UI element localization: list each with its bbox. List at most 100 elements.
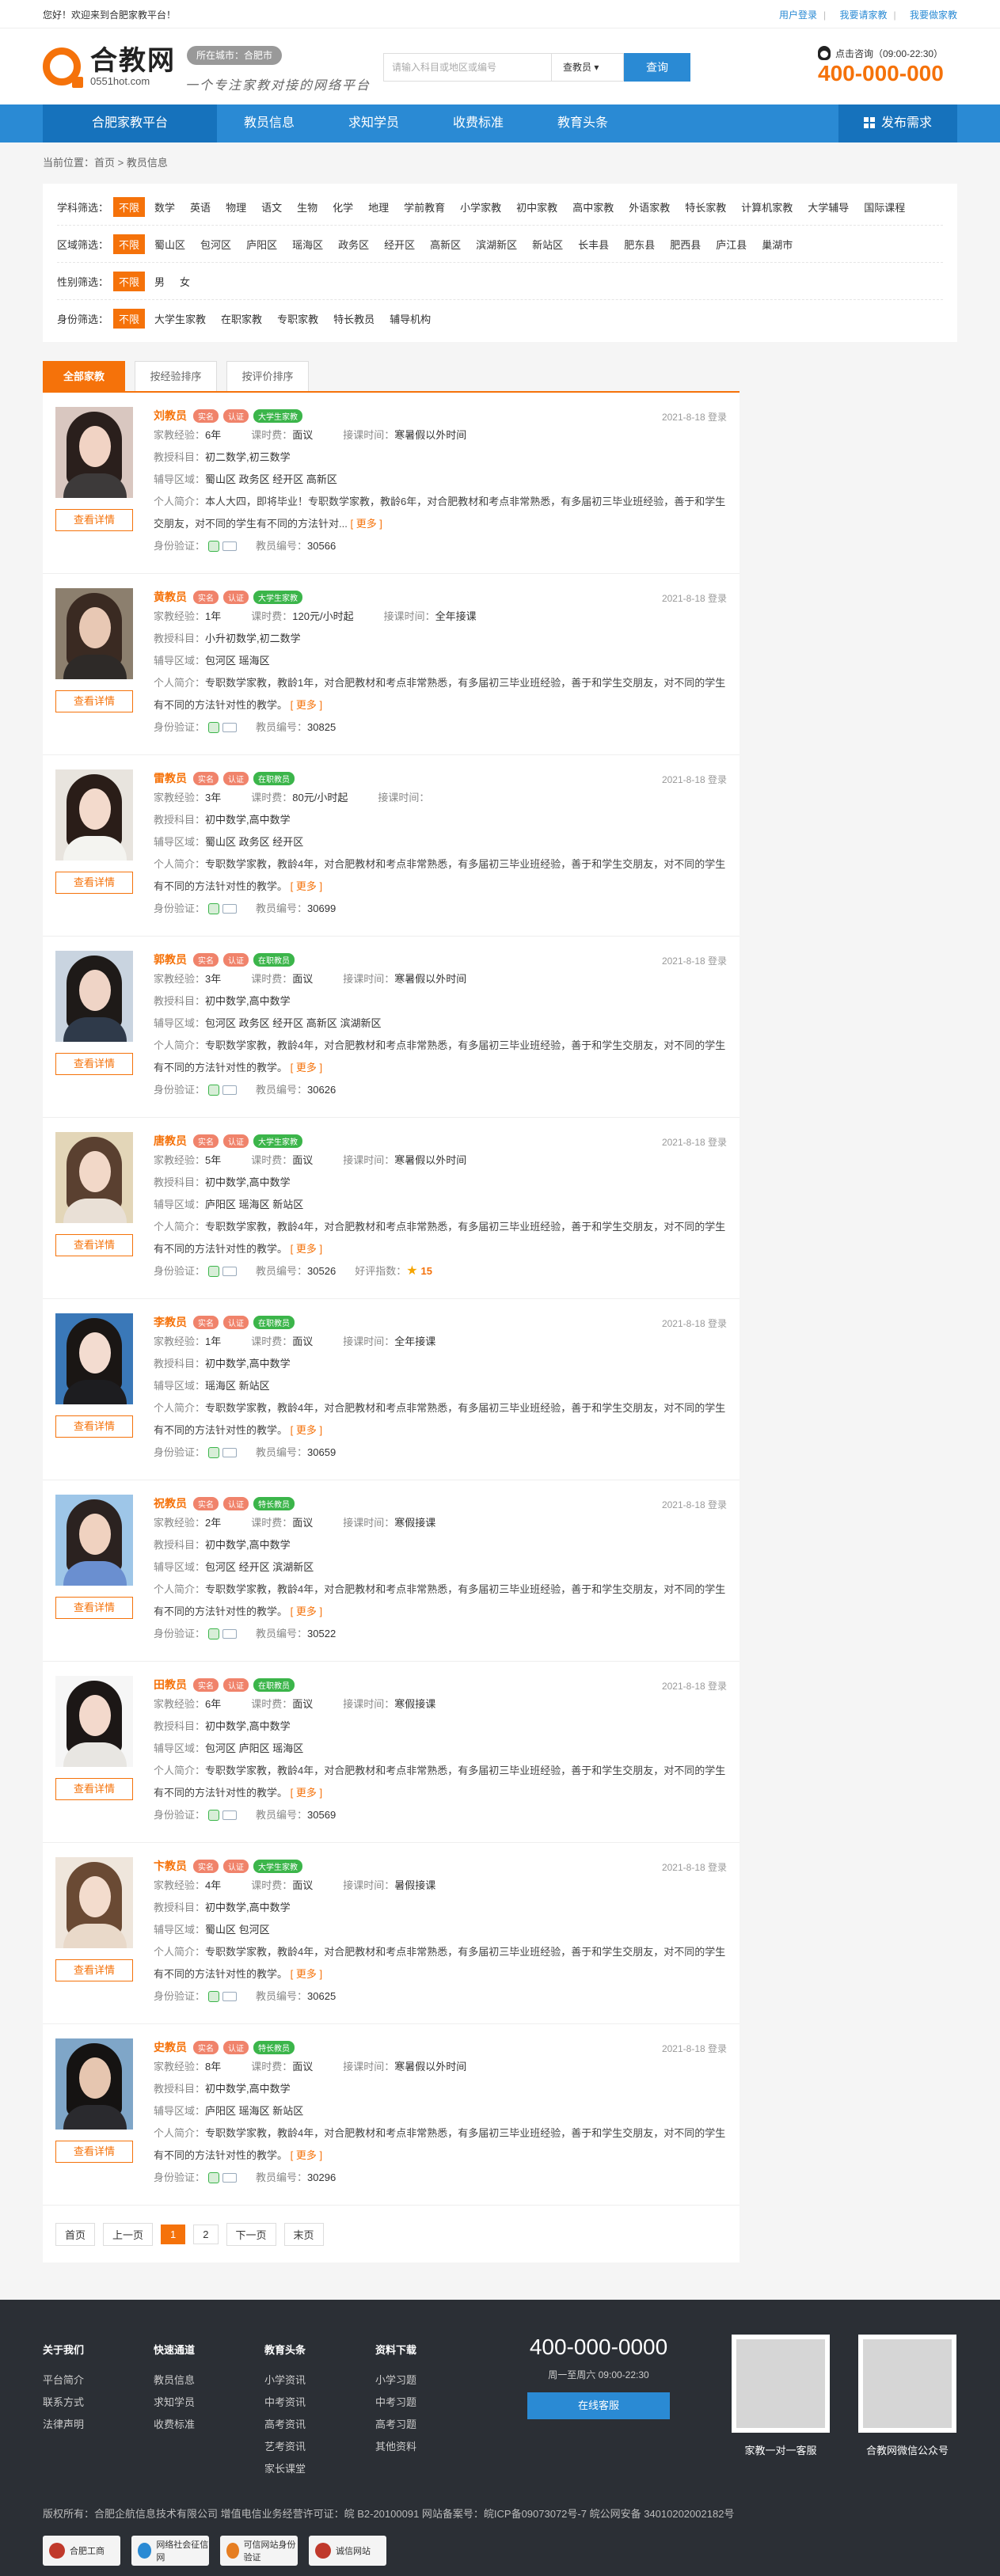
more-link[interactable]: [ 更多 ]	[291, 1424, 322, 1436]
footer-link[interactable]: 平台简介	[43, 2369, 84, 2392]
filter-option[interactable]: 高中家教	[567, 197, 619, 217]
footer-link[interactable]: 中考习题	[375, 2392, 416, 2414]
tutor-name[interactable]: 刘教员	[154, 408, 187, 424]
more-link[interactable]: [ 更多 ]	[291, 1787, 322, 1799]
filter-option[interactable]: 初中家教	[511, 197, 563, 217]
filter-option[interactable]: 不限	[113, 196, 146, 217]
nav-tutors[interactable]: 教员信息	[217, 104, 321, 142]
view-detail-button[interactable]: 查看详情	[55, 1597, 133, 1619]
tutor-name[interactable]: 李教员	[154, 1314, 187, 1330]
page-button[interactable]: 首页	[55, 2222, 96, 2246]
filter-option[interactable]: 巢湖市	[756, 234, 798, 254]
page-button[interactable]: 上一页	[103, 2222, 154, 2246]
footer-link[interactable]: 艺考资讯	[264, 2436, 306, 2458]
view-detail-button[interactable]: 查看详情	[55, 1053, 133, 1075]
filter-option[interactable]: 庐江县	[710, 234, 752, 254]
filter-option[interactable]: 不限	[113, 234, 146, 254]
filter-option[interactable]: 男	[149, 272, 170, 291]
tab-by-experience[interactable]: 按经验排序	[135, 361, 217, 391]
search-type-select[interactable]: 查教员 ▾	[551, 53, 625, 82]
tab-by-rating[interactable]: 按评价排序	[226, 361, 309, 391]
filter-option[interactable]: 地理	[363, 197, 394, 217]
filter-option[interactable]: 不限	[113, 271, 146, 291]
tutor-photo[interactable]	[55, 407, 133, 498]
filter-option[interactable]: 滨湖新区	[470, 234, 523, 254]
tutor-name[interactable]: 黄教员	[154, 589, 187, 605]
filter-option[interactable]: 数学	[149, 197, 181, 217]
more-link[interactable]: [ 更多 ]	[350, 518, 382, 530]
footer-link[interactable]: 求知学员	[154, 2392, 195, 2414]
tutor-photo[interactable]	[55, 1132, 133, 1223]
nav-students[interactable]: 求知学员	[321, 104, 426, 142]
tutor-photo[interactable]	[55, 2038, 133, 2130]
view-detail-button[interactable]: 查看详情	[55, 2141, 133, 2163]
filter-option[interactable]: 辅导机构	[384, 309, 436, 329]
login-link[interactable]: 用户登录	[779, 9, 817, 21]
tutor-photo[interactable]	[55, 1676, 133, 1767]
nav-home[interactable]: 合肥家教平台	[43, 104, 217, 142]
tutor-name[interactable]: 卞教员	[154, 1858, 187, 1874]
filter-option[interactable]: 经开区	[378, 234, 420, 254]
filter-option[interactable]: 长丰县	[572, 234, 614, 254]
tutor-photo[interactable]	[55, 769, 133, 861]
footer-link[interactable]: 法律声明	[43, 2414, 84, 2436]
tab-all[interactable]: 全部家教	[43, 361, 125, 391]
trust-badge[interactable]: 可信网站身份验证	[220, 2536, 298, 2566]
footer-link[interactable]: 小学资讯	[264, 2369, 306, 2392]
page-button[interactable]: 末页	[283, 2222, 324, 2246]
more-link[interactable]: [ 更多 ]	[291, 1968, 322, 1980]
filter-option[interactable]: 包河区	[195, 234, 237, 254]
filter-option[interactable]: 语文	[256, 197, 287, 217]
view-detail-button[interactable]: 查看详情	[55, 690, 133, 712]
more-link[interactable]: [ 更多 ]	[291, 699, 322, 711]
more-link[interactable]: [ 更多 ]	[291, 880, 322, 892]
publish-button[interactable]: 发布需求	[838, 104, 957, 142]
filter-option[interactable]: 蜀山区	[149, 234, 191, 254]
filter-option[interactable]: 特长家教	[679, 197, 732, 217]
site-logo[interactable]: 合教网 0551hot.com	[43, 47, 182, 88]
tutor-name[interactable]: 雷教员	[154, 770, 187, 786]
tutor-photo[interactable]	[55, 588, 133, 679]
filter-option[interactable]: 英语	[184, 197, 216, 217]
filter-option[interactable]: 小学家教	[454, 197, 507, 217]
view-detail-button[interactable]: 查看详情	[55, 1959, 133, 1981]
footer-link[interactable]: 小学习题	[375, 2369, 416, 2392]
more-link[interactable]: [ 更多 ]	[291, 2149, 322, 2161]
more-link[interactable]: [ 更多 ]	[291, 1062, 322, 1073]
filter-option[interactable]: 国际课程	[858, 197, 911, 217]
tutor-photo[interactable]	[55, 951, 133, 1042]
tutor-photo[interactable]	[55, 1313, 133, 1404]
nav-news[interactable]: 教育头条	[530, 104, 635, 142]
filter-option[interactable]: 计算机家教	[736, 197, 798, 217]
tutor-name[interactable]: 田教员	[154, 1677, 187, 1693]
filter-option[interactable]: 学前教育	[398, 197, 451, 217]
filter-option[interactable]: 高新区	[424, 234, 466, 254]
city-selector[interactable]: 所在城市：合肥市	[187, 46, 283, 65]
trust-badge[interactable]: 合肥工商	[43, 2536, 120, 2566]
more-link[interactable]: [ 更多 ]	[291, 1243, 322, 1255]
filter-option[interactable]: 肥西县	[664, 234, 706, 254]
tutor-name[interactable]: 祝教员	[154, 1495, 187, 1511]
filter-option[interactable]: 瑶海区	[287, 234, 329, 254]
become-tutor-link[interactable]: 我要做家教	[910, 9, 957, 21]
footer-link[interactable]: 其他资料	[375, 2436, 416, 2458]
filter-option[interactable]: 新站区	[527, 234, 568, 254]
filter-option[interactable]: 专职家教	[272, 309, 324, 329]
tutor-name[interactable]: 郭教员	[154, 952, 187, 967]
filter-option[interactable]: 女	[174, 272, 196, 291]
view-detail-button[interactable]: 查看详情	[55, 872, 133, 894]
footer-link[interactable]: 教员信息	[154, 2369, 195, 2392]
filter-option[interactable]: 庐阳区	[241, 234, 283, 254]
filter-option[interactable]: 生物	[291, 197, 323, 217]
filter-option[interactable]: 肥东县	[618, 234, 660, 254]
tutor-name[interactable]: 唐教员	[154, 1133, 187, 1149]
tutor-name[interactable]: 史教员	[154, 2039, 187, 2055]
trust-badge[interactable]: 诚信网站	[309, 2536, 386, 2566]
tutor-photo[interactable]	[55, 1495, 133, 1586]
footer-link[interactable]: 家长课堂	[264, 2458, 306, 2480]
filter-option[interactable]: 外语家教	[623, 197, 675, 217]
hire-tutor-link[interactable]: 我要请家教	[840, 9, 888, 21]
filter-option[interactable]: 不限	[113, 309, 146, 329]
view-detail-button[interactable]: 查看详情	[55, 1234, 133, 1256]
trust-badge[interactable]: 网络社会征信网	[131, 2536, 209, 2566]
